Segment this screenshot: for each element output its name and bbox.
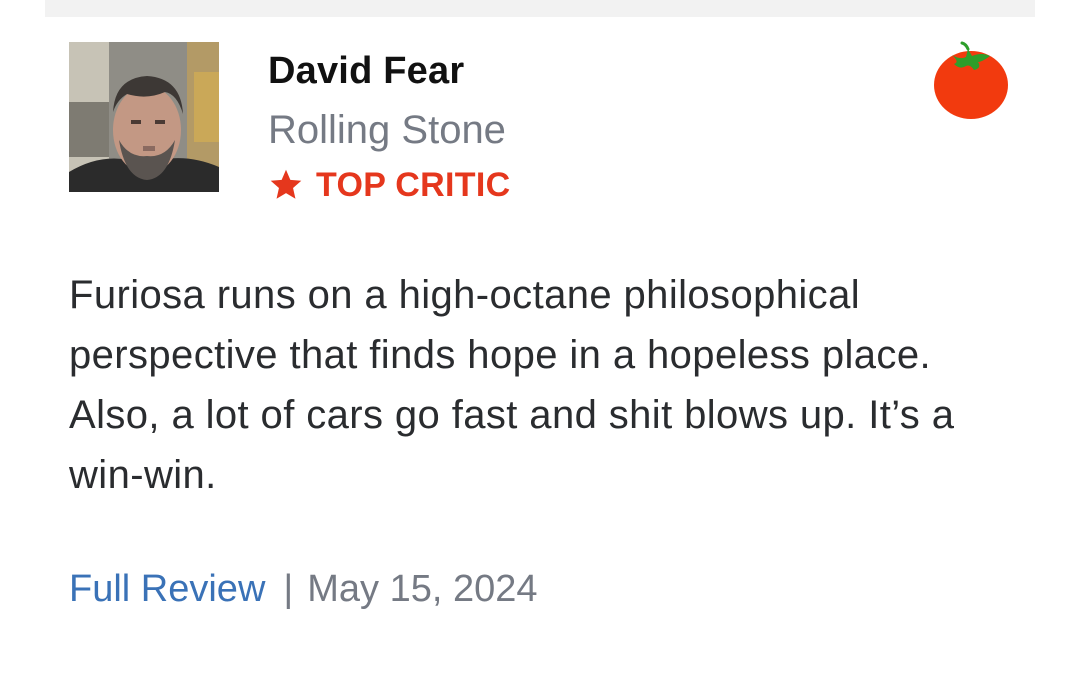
review-footer: Full Review | May 15, 2024 (69, 565, 538, 613)
critic-photo (69, 42, 219, 192)
full-review-link[interactable]: Full Review (69, 565, 265, 613)
critic-avatar[interactable] (69, 42, 219, 192)
fresh-tomato-icon (934, 41, 1008, 119)
review-date: May 15, 2024 (307, 568, 538, 610)
publication-name[interactable]: Rolling Stone (268, 104, 510, 156)
top-critic-badge: TOP CRITIC (268, 165, 510, 205)
critic-name[interactable]: David Fear (268, 47, 510, 95)
top-divider (45, 0, 1035, 17)
footer-separator: | (283, 568, 294, 610)
critic-info: David Fear Rolling Stone TOP CRITIC (268, 47, 510, 205)
review-quote: Furiosa runs on a high-octane philosophi… (69, 273, 955, 497)
top-critic-label: TOP CRITIC (316, 166, 511, 204)
star-icon (270, 169, 302, 199)
